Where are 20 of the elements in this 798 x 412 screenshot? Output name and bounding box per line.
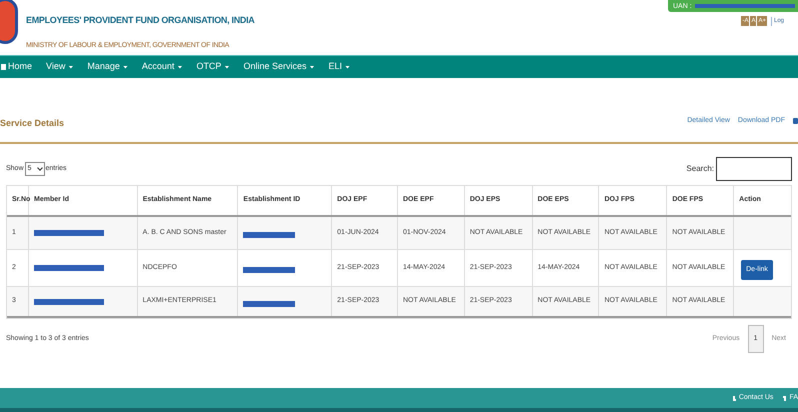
caret-icon	[177, 66, 182, 68]
search-field[interactable]	[716, 157, 792, 181]
organisation-name: EMPLOYEES' PROVIDENT FUND ORGANISATION, INDIA	[26, 14, 254, 27]
pdf-icon	[793, 118, 798, 124]
caret-icon	[224, 66, 230, 68]
section-title: Service Details	[0, 117, 64, 130]
nav-menu-item[interactable]: Online Services	[243, 60, 314, 74]
nav-menu-item[interactable]: Manage	[87, 60, 128, 74]
nav-menu-item[interactable]: OTCP	[196, 60, 230, 74]
home-icon	[1, 64, 6, 70]
search-label: Search:	[686, 163, 714, 175]
nav-menu-item[interactable]: ELI	[328, 60, 350, 74]
caret-icon	[345, 66, 350, 68]
chevron-down-icon	[36, 165, 42, 171]
nav-menu-item[interactable]: Home	[1, 60, 32, 74]
caret-icon	[68, 66, 74, 68]
caret-icon	[309, 66, 314, 68]
caret-icon	[122, 66, 128, 68]
nav-menu-item[interactable]: View	[46, 60, 74, 74]
nav-menu-item[interactable]: Account	[142, 60, 182, 74]
